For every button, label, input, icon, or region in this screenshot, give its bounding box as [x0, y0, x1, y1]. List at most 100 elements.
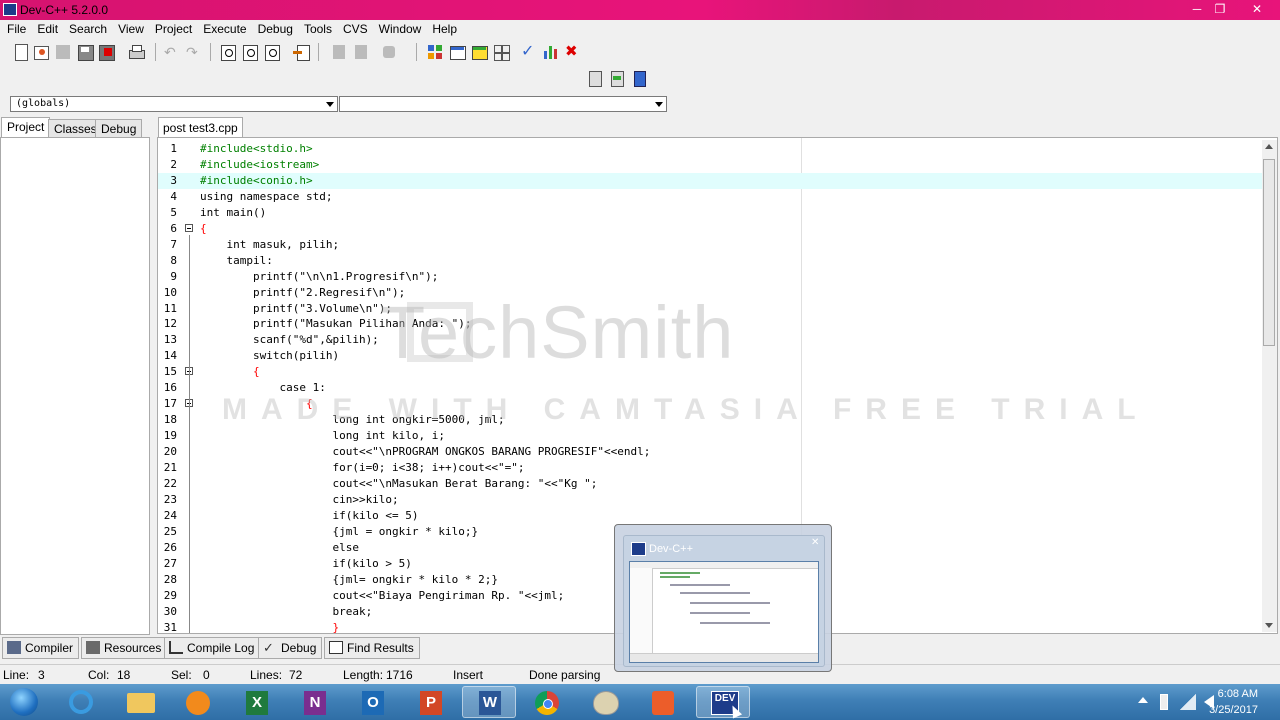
code-line[interactable]: 22 cout<<"\nMasukan Berat Barang: "<<"Kg…	[158, 476, 1263, 492]
code-line[interactable]: 21 for(i=0; i<38; i++)cout<<"=";	[158, 460, 1263, 476]
menu-execute[interactable]: Execute	[198, 20, 251, 39]
menu-search[interactable]: Search	[64, 20, 112, 39]
code-line[interactable]: 3 #include<conio.h>	[158, 172, 1263, 189]
line-number: 6	[170, 221, 177, 235]
editor-vertical-scrollbar[interactable]	[1262, 140, 1277, 632]
code-text: {	[200, 365, 260, 379]
redo-icon[interactable]: ↷	[186, 44, 202, 60]
taskbar-paint[interactable]	[578, 686, 632, 718]
taskbar-internet-explorer[interactable]	[56, 686, 110, 718]
save-all-icon[interactable]	[77, 44, 94, 61]
replace-icon[interactable]	[242, 44, 258, 61]
fold-toggle-icon[interactable]	[185, 223, 193, 232]
undo-icon[interactable]: ↶	[164, 44, 180, 60]
code-line[interactable]: 23 cin>>kilo;	[158, 492, 1263, 508]
compile-icon[interactable]	[427, 44, 443, 60]
clock-date[interactable]: 3/25/2017	[1209, 704, 1258, 716]
taskbar-file-explorer[interactable]	[114, 686, 168, 718]
remove-from-project-icon[interactable]	[353, 44, 369, 60]
tab-resources[interactable]: Resources	[81, 637, 168, 659]
new-file-icon[interactable]	[13, 44, 29, 61]
project-options-icon[interactable]	[381, 44, 397, 60]
project-tree[interactable]	[0, 137, 150, 635]
devcpp-app-icon	[3, 3, 17, 16]
tab-compile-log[interactable]: Compile Log	[164, 637, 261, 659]
new-class-icon[interactable]	[631, 70, 647, 87]
code-text: cout<<"\nMasukan Berat Barang: "<<"Kg ";	[200, 476, 598, 490]
code-line[interactable]: 4 using namespace std;	[158, 189, 1263, 205]
maximize-button[interactable]: ❐	[1211, 2, 1229, 17]
taskbar-chrome[interactable]	[520, 686, 574, 718]
compile-run-icon[interactable]	[471, 44, 488, 60]
code-line[interactable]: 1 #include<stdio.h>	[158, 141, 1263, 157]
code-line[interactable]: 19 long int kilo, i;	[158, 428, 1263, 444]
tab-post-test3[interactable]: post test3.cpp	[158, 117, 243, 138]
preview-close-icon[interactable]: ✕	[811, 537, 819, 548]
tab-compiler[interactable]: Compiler	[2, 637, 80, 659]
menu-help[interactable]: Help	[427, 20, 462, 39]
code-line[interactable]: 7 int masuk, pilih;	[158, 237, 1263, 253]
scope-combo[interactable]: (globals)	[10, 96, 338, 112]
find-next-icon[interactable]	[264, 44, 280, 61]
preview-thumbnail[interactable]	[629, 561, 819, 663]
goto-line-icon[interactable]	[293, 44, 310, 61]
status-sel: 0	[203, 668, 210, 682]
menu-debug[interactable]: Debug	[253, 20, 298, 39]
close-file-icon[interactable]	[98, 44, 115, 61]
code-line[interactable]: 5 int main()	[158, 205, 1263, 221]
menu-file[interactable]: File	[2, 20, 31, 39]
close-button[interactable]: ✕	[1248, 2, 1266, 17]
rebuild-all-icon[interactable]	[493, 44, 510, 61]
tab-project[interactable]: Project	[1, 117, 51, 138]
taskbar-devcpp[interactable]: DEV	[696, 686, 750, 719]
code-line[interactable]: 8 tampil:	[158, 253, 1263, 269]
tab-find-results[interactable]: Find Results	[324, 637, 420, 659]
code-text: tampil:	[200, 253, 273, 267]
code-line[interactable]: 20 cout<<"\nPROGRAM ONGKOS BARANG PROGRE…	[158, 444, 1263, 460]
scroll-up-icon[interactable]	[1265, 144, 1273, 149]
network-signal-icon[interactable]	[1180, 694, 1196, 710]
open-project-icon[interactable]	[33, 44, 49, 60]
taskbar: X N O P W DEV 6:08 AM 3/25/2017	[0, 684, 1280, 720]
code-line[interactable]: 24 if(kilo <= 5)	[158, 508, 1263, 524]
taskbar-powerpoint[interactable]: P	[404, 686, 458, 718]
stop-execution-icon[interactable]: ✖	[565, 44, 581, 60]
add-to-project-icon[interactable]	[331, 44, 347, 60]
taskbar-outlook[interactable]: O	[346, 686, 400, 718]
menu-view[interactable]: View	[113, 20, 149, 39]
profile-icon[interactable]	[543, 44, 559, 60]
tab-debug-output[interactable]: ✓ Debug	[258, 637, 323, 659]
tab-debug[interactable]: Debug	[95, 119, 143, 138]
code-line[interactable]: 6{	[158, 221, 1263, 237]
print-icon[interactable]	[128, 44, 145, 60]
taskbar-word[interactable]: W	[462, 686, 516, 718]
save-icon[interactable]	[55, 44, 71, 60]
status-mode: Insert	[453, 668, 484, 682]
scroll-down-icon[interactable]	[1265, 623, 1273, 628]
syntax-check-icon[interactable]: ✓	[521, 44, 537, 60]
menu-project[interactable]: Project	[150, 20, 197, 39]
menu-edit[interactable]: Edit	[32, 20, 63, 39]
code-line[interactable]: 9 printf("\n\n1.Progresif\n");	[158, 269, 1263, 285]
menu-tools[interactable]: Tools	[299, 20, 337, 39]
goto-class-icon[interactable]	[609, 70, 625, 87]
taskbar-excel[interactable]: X	[230, 686, 284, 718]
taskbar-thumbnail-preview[interactable]: Dev-C++ ✕	[614, 524, 832, 672]
find-icon[interactable]	[220, 44, 236, 61]
taskbar-media-player[interactable]	[172, 686, 226, 718]
clock-time[interactable]: 6:08 AM	[1218, 688, 1258, 700]
minimize-button[interactable]: ─	[1188, 2, 1206, 17]
menu-cvs[interactable]: CVS	[338, 20, 373, 39]
scrollbar-thumb[interactable]	[1263, 159, 1275, 346]
member-combo[interactable]	[339, 96, 667, 112]
battery-icon[interactable]	[1160, 694, 1168, 710]
show-hidden-icons-icon[interactable]	[1138, 697, 1148, 703]
resources-icon	[86, 641, 100, 654]
class-browser-icon[interactable]	[587, 70, 603, 87]
run-icon[interactable]	[449, 44, 466, 60]
start-button[interactable]	[0, 686, 50, 718]
taskbar-onenote[interactable]: N	[288, 686, 342, 718]
taskbar-camtasia[interactable]	[636, 686, 690, 718]
code-line[interactable]: 2 #include<iostream>	[158, 157, 1263, 173]
menu-window[interactable]: Window	[374, 20, 427, 39]
